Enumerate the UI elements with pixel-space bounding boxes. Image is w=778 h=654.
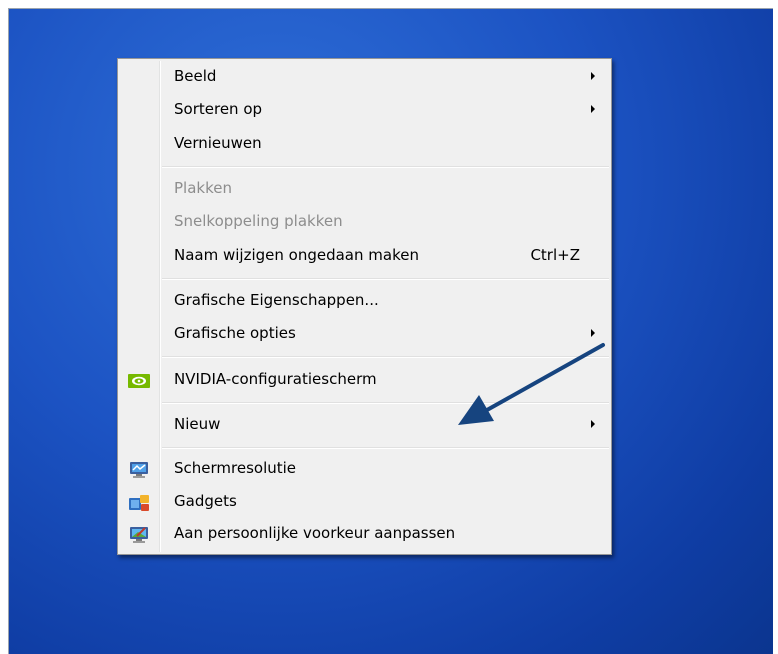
annotation-arrow-icon — [458, 343, 605, 425]
